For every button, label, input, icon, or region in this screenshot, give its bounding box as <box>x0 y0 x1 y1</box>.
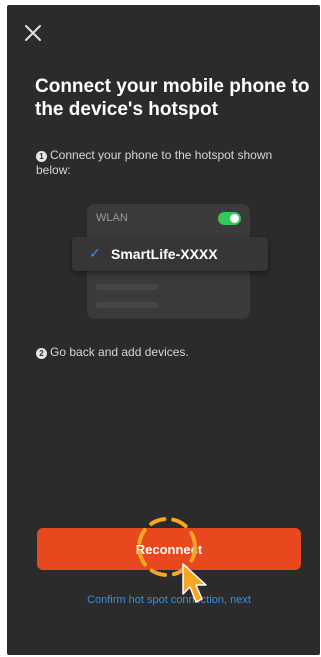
step-number-badge: 1 <box>36 151 47 162</box>
selected-network-row: ✓ SmartLife-XXXX <box>72 237 268 271</box>
instruction-step-2: 2 Go back and add devices. <box>36 345 298 360</box>
step-text: Connect your phone to the hotspot shown … <box>36 148 273 177</box>
network-name: SmartLife-XXXX <box>111 246 218 262</box>
page-title: Connect your mobile phone to the device'… <box>35 76 310 120</box>
checkmark-icon: ✓ <box>89 245 101 261</box>
instruction-step-1: 1 Connect your phone to the hotspot shown… <box>36 148 298 178</box>
confirm-hotspot-link[interactable]: Confirm hot spot connection, next <box>27 594 311 606</box>
toggle-knob <box>230 214 239 223</box>
reconnect-button[interactable]: Reconnect <box>37 528 301 570</box>
screen: Connect your mobile phone to the device'… <box>7 5 320 655</box>
step-text: Go back and add devices. <box>50 345 189 359</box>
wlan-label: WLAN <box>96 212 128 224</box>
placeholder-line <box>96 284 158 290</box>
wlan-toggle-icon <box>218 212 241 225</box>
wlan-header-row: WLAN <box>87 204 250 234</box>
step-number-badge: 2 <box>36 348 47 359</box>
close-icon[interactable] <box>23 23 43 43</box>
placeholder-line <box>96 302 158 308</box>
